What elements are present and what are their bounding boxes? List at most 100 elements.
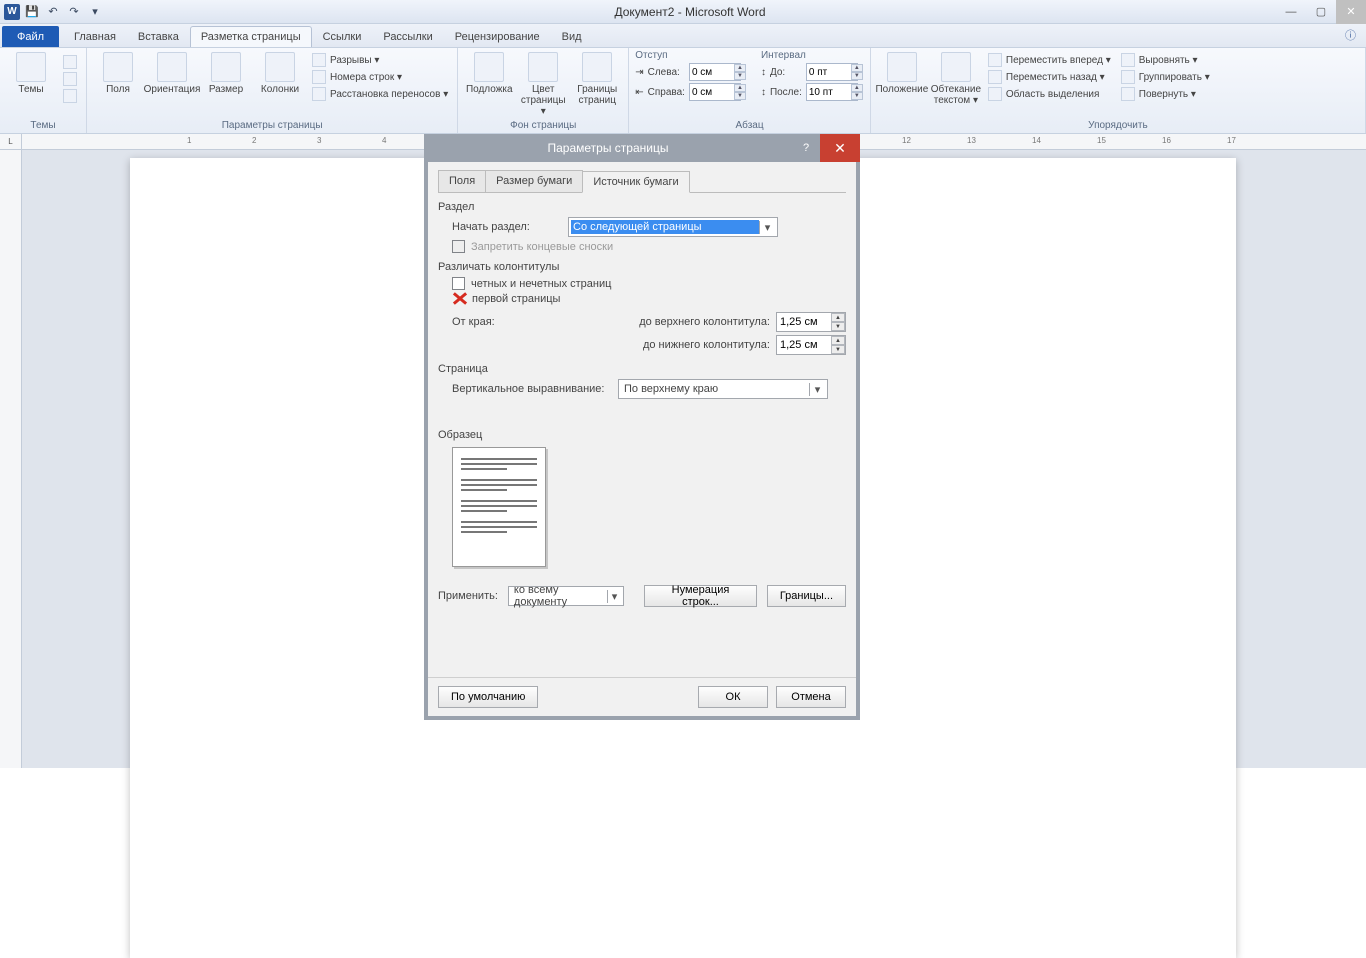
minimize-button[interactable]: — xyxy=(1276,0,1306,24)
tab-file[interactable]: Файл xyxy=(2,26,59,47)
ok-button[interactable]: ОК xyxy=(698,686,768,708)
page-borders-button[interactable]: Границы страниц xyxy=(572,50,622,108)
tab-mailings[interactable]: Рассылки xyxy=(372,26,443,47)
spacing-after-field[interactable]: ▲▼ xyxy=(806,83,864,101)
indent-left-icon: ⇥ xyxy=(635,67,643,78)
from-edge-label: От края: xyxy=(452,316,512,328)
dialog-tabs: Поля Размер бумаги Источник бумаги xyxy=(438,170,846,193)
window-title: Документ2 - Microsoft Word xyxy=(104,5,1276,19)
bring-forward-button[interactable]: Переместить вперед ▾ xyxy=(985,52,1114,68)
odd-even-checkbox[interactable]: четных и нечетных страниц xyxy=(452,277,846,290)
watermark-icon xyxy=(474,52,504,82)
rotate-icon xyxy=(1121,87,1135,101)
dialog-help-icon[interactable]: ? xyxy=(792,134,820,162)
watermark-button[interactable]: Подложка xyxy=(464,50,514,97)
page-color-icon xyxy=(528,52,558,82)
spacing-before-field[interactable]: ▲▼ xyxy=(806,63,864,81)
first-page-checkbox[interactable]: первой страницы xyxy=(452,292,846,306)
preview-thumbnail xyxy=(452,447,546,567)
page-group: Страница Вертикальное выравнивание: По в… xyxy=(438,363,846,399)
themes-button[interactable]: Темы xyxy=(6,50,56,97)
line-numbers-button[interactable]: Номера строк ▾ xyxy=(309,69,451,85)
apply-to-select[interactable]: ко всему документу ▾ xyxy=(508,586,624,606)
checkbox-icon xyxy=(452,277,465,290)
section-group: Раздел Начать раздел: Со следующей стран… xyxy=(438,201,846,253)
position-button[interactable]: Положение xyxy=(877,50,927,97)
line-numbers-dialog-button[interactable]: Нумерация строк... xyxy=(644,585,757,607)
valign-label: Вертикальное выравнивание: xyxy=(452,383,612,395)
position-icon xyxy=(887,52,917,82)
hyphenation-button[interactable]: Расстановка переносов ▾ xyxy=(309,86,451,102)
chevron-down-icon: ▾ xyxy=(809,383,825,396)
rotate-button[interactable]: Повернуть ▾ xyxy=(1118,86,1213,102)
dialog-close-button[interactable]: ✕ xyxy=(820,134,860,162)
columns-icon xyxy=(265,52,295,82)
chevron-down-icon: ▾ xyxy=(759,221,775,234)
ribbon-help-icon[interactable]: ⓘ xyxy=(1335,23,1366,47)
default-button[interactable]: По умолчанию xyxy=(438,686,538,708)
align-button[interactable]: Выровнять ▾ xyxy=(1118,52,1213,68)
maximize-button[interactable]: ▢ xyxy=(1306,0,1336,24)
size-icon xyxy=(211,52,241,82)
ribbon: Темы Темы Поля Ориентация Размер Колонки… xyxy=(0,48,1366,134)
tab-insert[interactable]: Вставка xyxy=(127,26,190,47)
themes-icon xyxy=(16,52,46,82)
tab-review[interactable]: Рецензирование xyxy=(444,26,551,47)
wrap-text-button[interactable]: Обтекание текстом ▾ xyxy=(931,50,981,108)
borders-dialog-button[interactable]: Границы... xyxy=(767,585,846,607)
dialog-tab-margins[interactable]: Поля xyxy=(438,170,486,192)
page-borders-icon xyxy=(582,52,612,82)
theme-colors-icon[interactable] xyxy=(60,54,80,70)
tab-page-layout[interactable]: Разметка страницы xyxy=(190,26,312,47)
section-start-label: Начать раздел: xyxy=(452,221,562,233)
indent-right-field[interactable]: ▲▼ xyxy=(689,83,747,101)
qat-more-icon[interactable]: ▾ xyxy=(86,3,104,21)
send-backward-button[interactable]: Переместить назад ▾ xyxy=(985,69,1114,85)
spacing-after-icon: ↕ xyxy=(761,87,766,98)
redo-icon[interactable]: ↷ xyxy=(65,3,83,21)
cancel-button[interactable]: Отмена xyxy=(776,686,846,708)
send-backward-icon xyxy=(988,70,1002,84)
group-themes: Темы Темы xyxy=(0,48,87,133)
tab-view[interactable]: Вид xyxy=(551,26,593,47)
margins-button[interactable]: Поля xyxy=(93,50,143,97)
theme-fonts-icon[interactable] xyxy=(60,71,80,87)
section-start-select[interactable]: Со следующей страницы ▾ xyxy=(568,217,778,237)
page-setup-dialog: Параметры страницы ? ✕ Поля Размер бумаг… xyxy=(424,134,860,720)
chevron-down-icon: ▾ xyxy=(607,590,621,603)
indent-left-field[interactable]: ▲▼ xyxy=(689,63,747,81)
theme-effects-icon[interactable] xyxy=(60,88,80,104)
ruler-corner[interactable]: L xyxy=(0,134,22,150)
selection-pane-button[interactable]: Область выделения xyxy=(985,86,1114,102)
dialog-tab-paper[interactable]: Размер бумаги xyxy=(485,170,583,192)
quick-access-toolbar: W 💾 ↶ ↷ ▾ xyxy=(0,3,104,21)
dialog-footer: По умолчанию ОК Отмена xyxy=(428,677,856,716)
ruler-vertical[interactable] xyxy=(0,150,22,768)
undo-icon[interactable]: ↶ xyxy=(44,3,62,21)
group-button[interactable]: Группировать ▾ xyxy=(1118,69,1213,85)
footer-distance-field[interactable]: ▲▼ xyxy=(776,335,846,355)
group-paragraph: Отступ ⇥Слева: ▲▼ ⇤Справа: ▲▼ Интервал ↕… xyxy=(629,48,871,133)
hyphenation-icon xyxy=(312,87,326,101)
tab-references[interactable]: Ссылки xyxy=(312,26,373,47)
orientation-icon xyxy=(157,52,187,82)
indent-header: Отступ xyxy=(635,50,747,61)
group-icon xyxy=(1121,70,1135,84)
columns-button[interactable]: Колонки xyxy=(255,50,305,97)
save-icon[interactable]: 💾 xyxy=(23,3,41,21)
breaks-button[interactable]: Разрывы ▾ xyxy=(309,52,451,68)
orientation-button[interactable]: Ориентация xyxy=(147,50,197,97)
ribbon-tabs: Файл Главная Вставка Разметка страницы С… xyxy=(0,24,1366,48)
indent-right-icon: ⇤ xyxy=(635,87,643,98)
apply-to-label: Применить: xyxy=(438,590,498,602)
bring-forward-icon xyxy=(988,53,1002,67)
selection-pane-icon xyxy=(988,87,1002,101)
size-button[interactable]: Размер xyxy=(201,50,251,97)
dialog-tab-layout[interactable]: Источник бумаги xyxy=(582,171,689,193)
margins-icon xyxy=(103,52,133,82)
header-distance-field[interactable]: ▲▼ xyxy=(776,312,846,332)
page-color-button[interactable]: Цвет страницы ▾ xyxy=(518,50,568,119)
close-button[interactable]: ✕ xyxy=(1336,0,1366,24)
tab-home[interactable]: Главная xyxy=(63,26,127,47)
valign-select[interactable]: По верхнему краю ▾ xyxy=(618,379,828,399)
